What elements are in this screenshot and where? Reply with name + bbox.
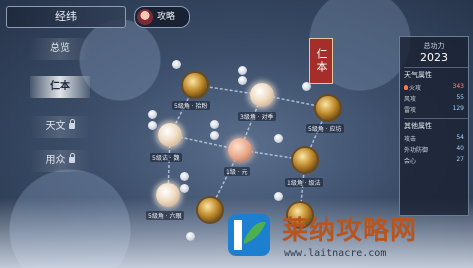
level-pip — [302, 82, 311, 91]
node-label: 1级角 · 级法 — [285, 178, 323, 187]
node-label: 5级角 · 六眼 — [146, 211, 184, 220]
stat-row: 外功防御 40 — [404, 145, 464, 154]
power-value: 2023 — [420, 51, 448, 64]
fire-icon — [404, 85, 408, 90]
watermark-url: www.laitnacre.com — [284, 248, 387, 259]
node-label: 5级诂 · 魏 — [150, 153, 182, 162]
watermark-title: 莱纳攻略网 — [282, 216, 418, 246]
level-pip — [148, 110, 157, 119]
watermark-logo-icon — [228, 214, 270, 256]
stat-row: 会心 27 — [404, 156, 464, 165]
level-pip — [238, 76, 247, 85]
weather-title: 天气属性 — [404, 67, 468, 80]
level-pip — [186, 232, 195, 241]
level-pip — [180, 172, 189, 181]
level-pip — [148, 121, 157, 130]
level-pip — [274, 134, 283, 143]
node-label: 5级角 · 拾粉 — [172, 101, 210, 110]
stat-row: 攻击 54 — [404, 134, 464, 143]
level-pip — [238, 66, 247, 75]
node-label: 3级角 · 对季 — [238, 112, 276, 121]
talent-node[interactable] — [158, 123, 182, 147]
talent-node[interactable] — [316, 96, 340, 120]
talent-node[interactable] — [228, 138, 252, 162]
stat-row: 雷攻 129 — [404, 105, 464, 114]
stat-row: 火攻 343 — [400, 82, 468, 93]
stat-row: 风攻 55 — [404, 94, 464, 103]
talent-node[interactable] — [198, 198, 222, 222]
level-pip — [274, 192, 283, 201]
level-pip — [172, 60, 181, 69]
level-pip — [180, 184, 189, 193]
talent-node[interactable] — [156, 183, 180, 207]
other-title: 其他属性 — [404, 118, 468, 131]
power-label: 总功力 — [423, 42, 445, 50]
node-label: 5级角 · 应坊 — [306, 124, 344, 133]
watermark: 莱纳攻略网 www.laitnacre.com — [222, 208, 472, 266]
level-pip — [210, 120, 219, 129]
talent-node[interactable] — [250, 83, 274, 107]
node-label: 1级 · 元 — [224, 167, 250, 176]
level-pip — [210, 131, 219, 140]
talent-node[interactable] — [293, 148, 317, 172]
talent-node[interactable] — [183, 73, 207, 97]
stats-panel: 总功力 2023 天气属性 火攻 343 风攻 55 雷攻 129 其他属性 攻击 5… — [399, 36, 469, 216]
